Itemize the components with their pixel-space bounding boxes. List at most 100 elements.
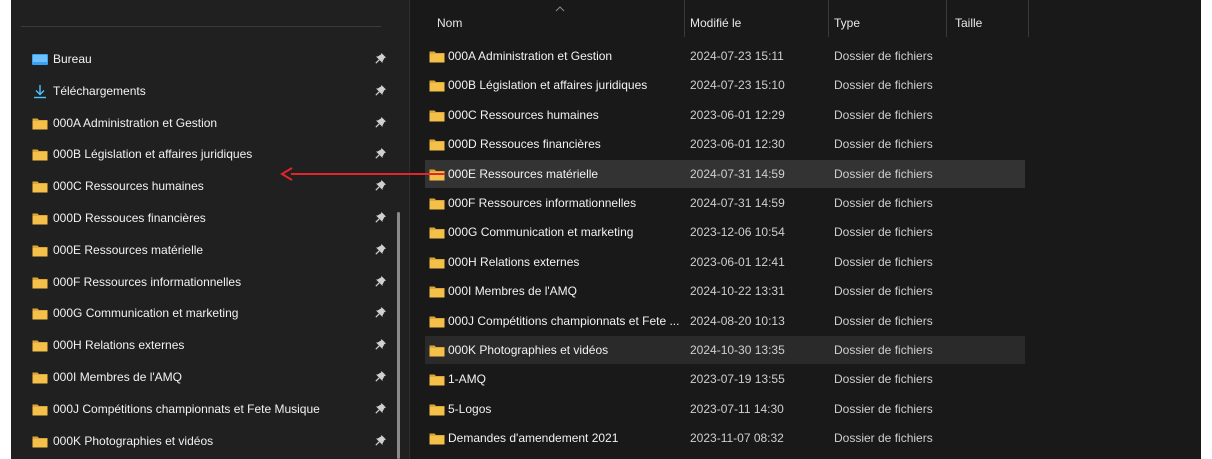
pin-icon[interactable]: [375, 243, 387, 257]
row-name: 5-Logos: [448, 401, 492, 416]
table-row[interactable]: 5-Logos 2023-07-11 14:30 Dossier de fichie…: [425, 395, 1025, 423]
table-row[interactable]: 000G Communication et marketing 2023-12-0…: [425, 218, 1025, 246]
row-name: 000C Ressources humaines: [448, 107, 599, 122]
nav-item-label: 000D Ressouces financières: [53, 211, 206, 225]
table-row[interactable]: 1-AMQ 2023-07-19 13:55 Dossier de fichiers: [425, 365, 1025, 393]
row-type: Dossier de fichiers: [834, 343, 933, 357]
nav-item[interactable]: 000F Ressources informationnelles: [11, 271, 401, 295]
row-type: Dossier de fichiers: [834, 49, 933, 63]
table-row[interactable]: 000H Relations externes 2023-06-01 12:41 D…: [425, 248, 1025, 276]
table-row[interactable]: 000F Ressources informationnelles 2024-07…: [425, 189, 1025, 217]
folder-icon: [429, 50, 445, 63]
row-type: Dossier de fichiers: [834, 78, 933, 93]
nav-item[interactable]: 000E Ressources matérielle: [11, 239, 401, 263]
file-explorer-window: Bureau Téléchargements 000A Administration…: [11, 0, 1201, 459]
folder-icon: [32, 403, 48, 416]
row-modified: 2024-10-22 13:31: [690, 284, 785, 299]
nav-item[interactable]: Téléchargements: [11, 80, 401, 104]
row-modified: 2024-07-23 15:11: [690, 49, 784, 63]
folder-icon: [32, 435, 48, 448]
table-row[interactable]: 000K Photographies et vidéos 2024-10-30 1…: [425, 336, 1025, 364]
nav-item-label: Bureau: [53, 52, 92, 66]
column-header-size-label: Taille: [955, 16, 983, 30]
folder-icon: [429, 226, 445, 239]
nav-item[interactable]: 000I Membres de l'AMQ: [11, 366, 401, 390]
column-header-size[interactable]: Taille: [947, 0, 1029, 37]
row-modified: 2023-06-01 12:29: [690, 107, 785, 122]
row-name: Demandes d'amendement 2021: [448, 431, 619, 446]
folder-icon: [32, 371, 48, 384]
nav-item[interactable]: 000B Législation et affaires juridiques: [11, 143, 401, 167]
row-type: Dossier de fichiers: [834, 254, 933, 269]
folder-icon: [32, 212, 48, 225]
nav-item[interactable]: 000K Photographies et vidéos: [11, 430, 401, 454]
row-name: 000J Compétitions championnats et Fete .…: [448, 313, 680, 328]
table-row[interactable]: 000I Membres de l'AMQ 2024-10-22 13:31 Dos…: [425, 277, 1025, 305]
nav-item[interactable]: 000H Relations externes: [11, 334, 401, 358]
nav-item[interactable]: Bureau: [11, 48, 401, 72]
row-type: Dossier de fichiers: [834, 372, 933, 387]
row-type: Dossier de fichiers: [834, 401, 933, 416]
nav-item-label: 000G Communication et marketing: [53, 306, 239, 321]
row-name: 000H Relations externes: [448, 254, 580, 269]
folder-icon: [32, 117, 48, 130]
pin-icon[interactable]: [375, 84, 387, 98]
nav-item[interactable]: 000D Ressouces financières: [11, 207, 401, 231]
nav-item-label: 000B Législation et affaires juridiques: [53, 147, 253, 162]
row-type: Dossier de fichiers: [834, 313, 933, 328]
table-row[interactable]: 000A Administration et Gestion 2024-07-23…: [425, 42, 1025, 70]
column-header-name[interactable]: Nom: [425, 0, 685, 37]
pin-icon[interactable]: [375, 211, 387, 225]
row-type: Dossier de fichiers: [834, 225, 933, 240]
row-name: 000A Administration et Gestion: [448, 49, 613, 63]
row-type: Dossier de fichiers: [834, 107, 933, 122]
sort-ascending-icon: [555, 6, 565, 12]
folder-icon: [429, 315, 445, 328]
row-modified: 2024-07-31 14:59: [690, 166, 785, 181]
navigation-pane: Bureau Téléchargements 000A Administration…: [11, 0, 409, 459]
row-name: 000K Photographies et vidéos: [448, 343, 609, 357]
table-row[interactable]: 000B Législation et affaires juridiques 2…: [425, 71, 1025, 99]
row-name: 000B Législation et affaires juridiques: [448, 78, 648, 93]
folder-icon: [429, 79, 445, 92]
nav-item-label: 000K Photographies et vidéos: [53, 433, 214, 448]
table-row[interactable]: Demandes d'amendement 2021 2023-11-07 08:…: [425, 424, 1025, 452]
pin-icon[interactable]: [375, 52, 387, 66]
nav-item[interactable]: 000G Communication et marketing: [11, 302, 401, 326]
pin-icon[interactable]: [375, 338, 387, 352]
folder-icon: [32, 180, 48, 193]
column-header-type-label: Type: [834, 16, 861, 30]
pin-icon[interactable]: [375, 275, 387, 289]
pin-icon[interactable]: [375, 402, 387, 416]
nav-item-label: 000H Relations externes: [53, 338, 185, 353]
pin-icon[interactable]: [375, 116, 387, 130]
table-row[interactable]: 000D Ressouces financières 2023-06-01 12:…: [425, 130, 1025, 158]
annotation-arrow: [280, 167, 445, 181]
nav-item[interactable]: 000J Compétitions championnats et Fete M…: [11, 398, 401, 422]
pin-icon[interactable]: [375, 434, 387, 448]
column-header-type[interactable]: Type: [829, 0, 947, 37]
nav-item-label: 000I Membres de l'AMQ: [53, 370, 183, 384]
nav-scrollbar[interactable]: [397, 212, 400, 459]
nav-item-label: 000F Ressources informationnelles: [53, 274, 242, 289]
pin-icon[interactable]: [375, 370, 387, 384]
pin-icon[interactable]: [375, 306, 387, 320]
folder-icon: [32, 307, 48, 320]
row-modified: 2024-07-23 15:10: [690, 78, 785, 93]
table-row[interactable]: 000C Ressources humaines 2023-06-01 12:29…: [425, 101, 1025, 129]
file-list: Nom Modifié le Type Taille 000A Administ…: [410, 0, 1201, 459]
nav-item[interactable]: 000A Administration et Gestion: [11, 112, 401, 136]
row-modified: 2023-12-06 10:54: [690, 225, 785, 240]
pin-icon[interactable]: [375, 179, 387, 193]
row-modified: 2024-08-20 10:13: [690, 313, 785, 328]
row-modified: 2023-06-01 12:41: [690, 254, 785, 269]
nav-item-label: 000J Compétitions championnats et Fete M…: [53, 401, 320, 416]
pin-icon[interactable]: [375, 147, 387, 161]
row-type: Dossier de fichiers: [834, 166, 933, 181]
table-row[interactable]: 000E Ressources matérielle 2024-07-31 14:…: [425, 159, 1025, 188]
column-header-modified[interactable]: Modifié le: [685, 0, 829, 37]
desktop-icon: [32, 53, 48, 66]
folder-icon: [429, 256, 445, 269]
nav-item-label: 000A Administration et Gestion: [53, 115, 218, 130]
table-row[interactable]: 000J Compétitions championnats et Fete .…: [425, 307, 1025, 335]
